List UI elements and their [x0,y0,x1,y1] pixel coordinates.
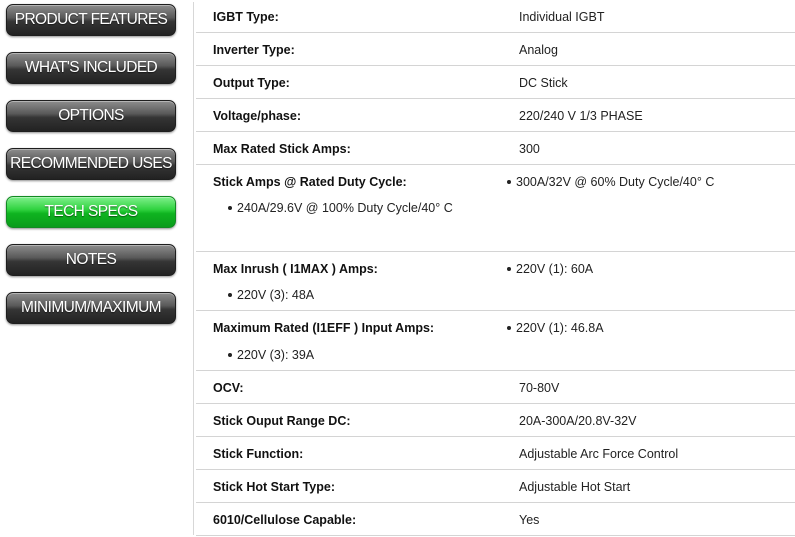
spec-bullet: 300A/32V @ 60% Duty Cycle/40° C [507,175,714,189]
vertical-divider [193,2,194,535]
spec-label: Stick Amps @ Rated Duty Cycle: [213,175,407,189]
spec-label: 6010/Cellulose Capable: [213,513,357,527]
spec-bullet: 220V (1): 60A [507,262,593,276]
spec-label: Output Type: [213,76,290,90]
spec-row-igbt-type: IGBT Type: Individual IGBT [196,0,795,33]
spec-bullet: 220V (3): 39A [228,348,314,362]
spec-row-max-inrush-amps: Max Inrush ( I1MAX ) Amps: 220V (1): 60A… [196,252,795,311]
spec-row-stick-amps-duty-cycle: Stick Amps @ Rated Duty Cycle: 300A/32V … [196,165,795,252]
spec-label: Maximum Rated (I1EFF ) Input Amps: [213,321,435,335]
spec-label: Max Inrush ( I1MAX ) Amps: [213,262,378,276]
spec-row-stick-hot-start: Stick Hot Start Type: Adjustable Hot Sta… [196,470,795,503]
spec-value: Analog [519,43,558,57]
spec-row-stick-output-range: Stick Ouput Range DC: 20A-300A/20.8V-32V [196,404,795,437]
spec-label: Stick Hot Start Type: [213,480,336,494]
tech-specs-button[interactable]: TECH SPECS [6,196,176,228]
spec-value: Adjustable Hot Start [519,480,631,494]
recommended-uses-button[interactable]: RECOMMENDED USES [6,148,176,180]
spec-row-inverter-type: Inverter Type: Analog [196,33,795,66]
spec-row-voltage-phase: Voltage/phase: 220/240 V 1/3 PHASE [196,99,795,132]
spec-value: 220/240 V 1/3 PHASE [519,109,643,123]
spec-row-stick-function: Stick Function: Adjustable Arc Force Con… [196,437,795,470]
tech-specs-table: IGBT Type: Individual IGBT Inverter Type… [196,0,795,536]
spec-value: 300 [519,142,540,156]
spec-label: Voltage/phase: [213,109,301,123]
spec-value: Individual IGBT [519,10,605,24]
whats-included-button[interactable]: WHAT'S INCLUDED [6,52,176,84]
notes-button[interactable]: NOTES [6,244,176,276]
spec-row-cellulose-capable: 6010/Cellulose Capable: Yes [196,503,795,536]
spec-row-max-rated-input-amps: Maximum Rated (I1EFF ) Input Amps: 220V … [196,311,795,371]
spec-label: Max Rated Stick Amps: [213,142,351,156]
spec-bullet: 220V (3): 48A [228,288,314,302]
spec-label: Stick Ouput Range DC: [213,414,351,428]
spec-row-ocv: OCV: 70-80V [196,371,795,404]
minimum-maximum-button[interactable]: MINIMUM/MAXIMUM [6,292,176,324]
product-features-button[interactable]: PRODUCT FEATURES [6,4,176,36]
spec-label: IGBT Type: [213,10,279,24]
sidebar-nav: PRODUCT FEATURES WHAT'S INCLUDED OPTIONS… [0,0,190,537]
spec-value: 20A-300A/20.8V-32V [519,414,637,428]
spec-bullet: 240A/29.6V @ 100% Duty Cycle/40° C [228,201,453,215]
spec-label: Inverter Type: [213,43,295,57]
spec-label: Stick Function: [213,447,304,461]
spec-label: OCV: [213,381,244,395]
options-button[interactable]: OPTIONS [6,100,176,132]
spec-row-max-rated-stick-amps: Max Rated Stick Amps: 300 [196,132,795,165]
spec-row-output-type: Output Type: DC Stick [196,66,795,99]
spec-value: Yes [519,513,540,527]
spec-value: DC Stick [519,76,568,90]
spec-bullet: 220V (1): 46.8A [507,321,604,335]
spec-value: Adjustable Arc Force Control [519,447,679,461]
spec-value: 70-80V [519,381,560,395]
